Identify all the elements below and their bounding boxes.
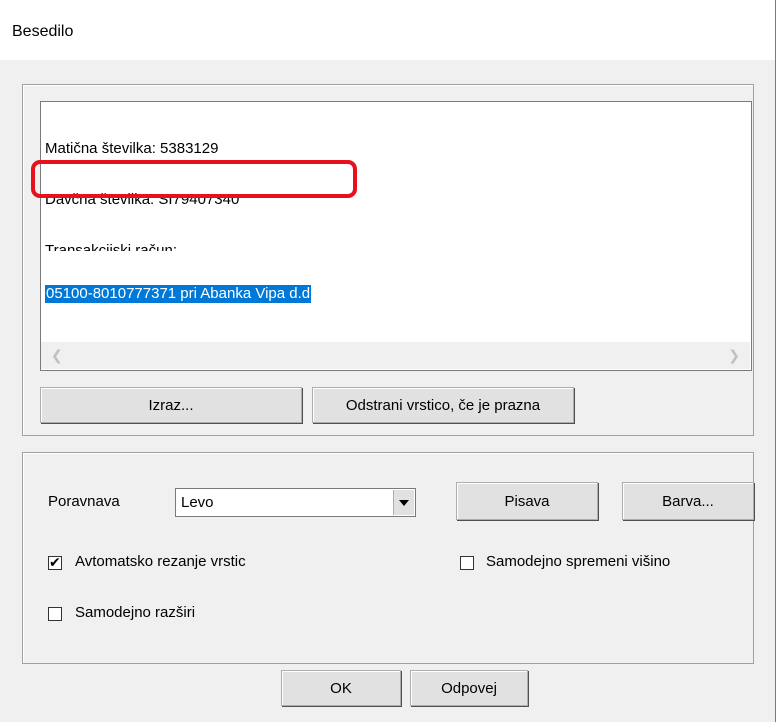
remove-empty-line-button[interactable]: Odstrani vrstico, če je prazna (312, 387, 574, 423)
scroll-left-icon[interactable]: ❮ (51, 347, 63, 364)
auto-height-checkbox[interactable] (460, 556, 474, 570)
auto-height-label[interactable]: Samodejno spremeni višino (486, 553, 670, 570)
alignment-label: Poravnava (48, 493, 120, 510)
font-button[interactable]: Pisava (456, 482, 598, 520)
horizontal-scrollbar[interactable]: ❮ ❯ (41, 342, 750, 369)
auto-expand-label[interactable]: Samodejno razširi (75, 604, 195, 621)
text-editor[interactable]: Matična številka: 5383129 Davčna številk… (40, 101, 752, 371)
auto-wrap-label[interactable]: Avtomatsko rezanje vrstic (75, 553, 246, 570)
ok-button[interactable]: OK (281, 670, 401, 706)
alignment-value: Levo (181, 494, 214, 511)
dialog-window: Besedilo Matična številka: 5383129 Davčn… (0, 0, 776, 722)
window-title: Besedilo (12, 23, 74, 40)
checkmark-icon: ✔ (49, 554, 61, 570)
expression-button[interactable]: Izraz... (40, 387, 302, 423)
scroll-right-icon[interactable]: ❯ (728, 347, 740, 364)
title-bar: Besedilo (0, 0, 775, 60)
editor-line: Transakcijski račun: (45, 242, 177, 251)
editor-line: Matična številka: 5383129 (45, 140, 219, 157)
dropdown-button[interactable] (393, 490, 414, 515)
red-highlight-box (31, 160, 357, 198)
auto-expand-checkbox[interactable] (48, 607, 62, 621)
cancel-button[interactable]: Odpovej (410, 670, 528, 706)
alignment-select[interactable]: Levo (175, 488, 416, 517)
color-button[interactable]: Barva... (622, 482, 754, 520)
auto-wrap-checkbox[interactable]: ✔ (48, 554, 62, 570)
window-edge (777, 0, 781, 722)
chevron-down-icon (399, 500, 409, 506)
selected-text: 05100-8010777371 pri Abanka Vipa d.d (45, 285, 312, 303)
